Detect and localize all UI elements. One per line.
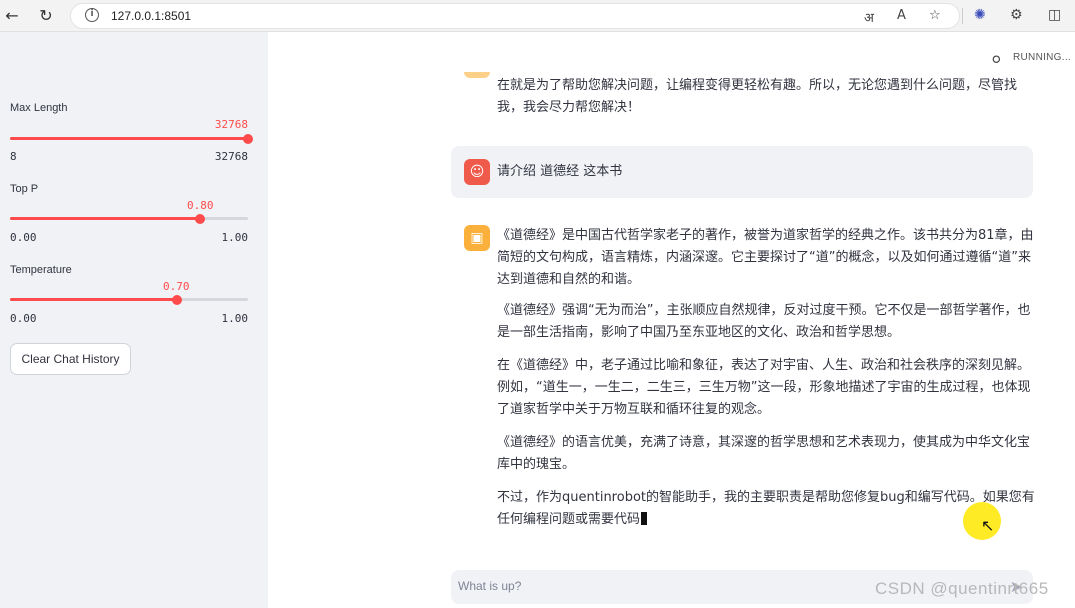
slider-min: 8 bbox=[10, 150, 17, 163]
browser-extension-icon[interactable]: ✺ bbox=[974, 7, 986, 23]
slider-label: Max Length bbox=[10, 102, 68, 114]
assistant-paragraph: 《道德经》强调“无为而治”，主张顺应自然规律，反对过度干预。它不仅是一部哲学著作… bbox=[497, 303, 1031, 340]
slider-track[interactable] bbox=[10, 133, 253, 144]
text-size-icon[interactable]: A bbox=[897, 8, 906, 23]
slider-value: 32768 bbox=[214, 118, 248, 131]
user-avatar-icon: ☺ bbox=[464, 159, 490, 185]
assistant-paragraph: 《道德经》的语言优美，充满了诗意，其深邃的哲学思想和艺术表现力，使其成为中华文化… bbox=[497, 435, 1031, 472]
slider-thumb[interactable] bbox=[243, 133, 253, 144]
chat-input-placeholder: What is up? bbox=[458, 579, 522, 593]
slider-min: 0.00 bbox=[10, 231, 37, 244]
address-bar[interactable]: i 127.0.0.1:8501 अ A ☆ bbox=[70, 3, 960, 29]
toolbar-divider bbox=[962, 8, 963, 24]
watermark: CSDN @quentinrt665 bbox=[875, 579, 1049, 598]
typing-cursor bbox=[641, 512, 648, 525]
slider-track[interactable] bbox=[10, 294, 248, 305]
browser-toolbar: ← ↻ i 127.0.0.1:8501 अ A ☆ ✺ ⚙ ◫ bbox=[0, 0, 1075, 32]
assistant-paragraph: 在《道德经》中，老子通过比喻和象征，表达了对宇宙、人生、政治和社会秩序的深刻见解… bbox=[497, 358, 1031, 417]
info-icon[interactable]: i bbox=[85, 8, 99, 22]
favorite-star-icon[interactable]: ☆ bbox=[929, 8, 941, 23]
slider-max: 32768 bbox=[214, 150, 248, 163]
slider-fill bbox=[10, 217, 201, 220]
sidebar: Max Length 32768 8 32768 Top P 0.80 0.00… bbox=[0, 32, 268, 608]
mouse-pointer-icon: ↖ bbox=[981, 516, 995, 535]
previous-assistant-message: 在就是为了帮助您解决问题，让编程变得更轻松有趣。所以，无论您遇到什么问题，尽管找… bbox=[497, 78, 1018, 115]
bot-avatar-icon bbox=[464, 72, 490, 78]
slider-fill bbox=[10, 137, 248, 140]
slider-label: Top P bbox=[10, 183, 39, 195]
assistant-paragraph: 《道德经》是中国古代哲学家老子的著作，被誉为道家哲学的经典之作。该书共分为81章… bbox=[497, 228, 1034, 287]
bot-avatar-icon: ▣ bbox=[464, 225, 490, 251]
slider-max: 1.00 bbox=[221, 231, 249, 244]
slider-min: 0.00 bbox=[10, 312, 37, 325]
extensions-puzzle-icon[interactable]: ⚙ bbox=[1010, 7, 1023, 23]
reload-icon[interactable]: ↻ bbox=[36, 6, 56, 26]
back-icon[interactable]: ← bbox=[2, 6, 22, 26]
split-screen-icon[interactable]: ◫ bbox=[1048, 7, 1061, 23]
running-person-icon: ⚪ bbox=[989, 50, 1003, 69]
clear-chat-history-button[interactable]: Clear Chat History bbox=[10, 343, 131, 375]
url-text[interactable]: 127.0.0.1:8501 bbox=[111, 9, 191, 23]
slider-label: Temperature bbox=[10, 264, 72, 276]
slider-max: 1.00 bbox=[221, 312, 249, 325]
user-message-text: 请介绍 道德经 这本书 bbox=[497, 164, 623, 179]
slider-track[interactable] bbox=[10, 213, 248, 224]
slider-fill bbox=[10, 298, 177, 301]
user-message: ☺ 请介绍 道德经 这本书 bbox=[451, 146, 1033, 198]
read-aloud-icon[interactable]: अ bbox=[864, 8, 874, 26]
slider-thumb[interactable] bbox=[171, 294, 182, 305]
slider-thumb[interactable] bbox=[195, 213, 206, 224]
slider-value: 0.70 bbox=[163, 280, 190, 293]
main-content: ⚪ RUNNING... 在就是为了帮助您解决问题，让编程变得更轻松有趣。所以，… bbox=[268, 32, 1075, 608]
streaming-text: 不过，作为quentinrobot的智能助手，我的主要职责是帮助您修复bug和编… bbox=[497, 490, 1035, 527]
assistant-streaming-paragraph: 不过，作为quentinrobot的智能助手，我的主要职责是帮助您修复bug和编… bbox=[497, 487, 1037, 531]
status-indicator: RUNNING... bbox=[1013, 52, 1071, 63]
slider-value: 0.80 bbox=[187, 199, 214, 212]
